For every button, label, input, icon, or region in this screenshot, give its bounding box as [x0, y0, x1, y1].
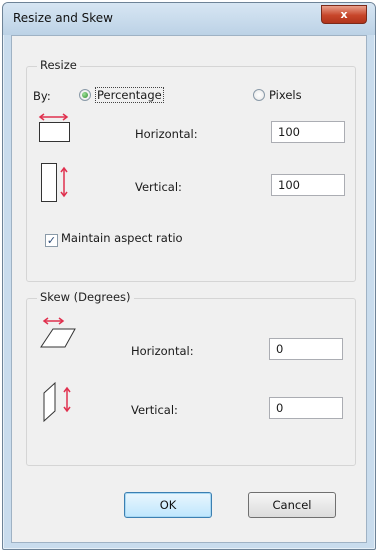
percentage-label: Percentage [95, 87, 164, 103]
resize-horizontal-label: Horizontal: [135, 127, 198, 141]
resize-group-label: Resize [37, 58, 80, 72]
maintain-aspect-checkbox[interactable]: ✓ Maintain aspect ratio [45, 231, 183, 247]
window-title: Resize and Skew [13, 11, 113, 25]
maintain-aspect-check-icon[interactable]: ✓ [45, 234, 58, 247]
cancel-button[interactable]: Cancel [248, 492, 336, 518]
skew-horizontal-icon [40, 317, 76, 348]
skew-group: Skew (Degrees) Horizontal: 0 Vertical: 0 [26, 290, 356, 466]
dialog-window: Resize and Skew x Resize By: Percentage … [2, 2, 376, 550]
skew-vertical-label: Vertical: [131, 403, 178, 417]
pixels-radio[interactable]: Pixels [253, 88, 302, 102]
by-label: By: [33, 89, 51, 103]
close-button[interactable]: x [321, 5, 367, 24]
skew-vertical-icon [43, 381, 71, 423]
dialog-body: Resize By: Percentage Pixels Horizontal:… [11, 35, 367, 543]
close-icon: x [340, 8, 348, 21]
resize-group: Resize By: Percentage Pixels Horizontal:… [26, 58, 356, 282]
ok-button[interactable]: OK [124, 492, 212, 518]
skew-horizontal-label: Horizontal: [131, 344, 194, 358]
percentage-radio[interactable]: Percentage [79, 87, 164, 103]
skew-horizontal-input[interactable]: 0 [269, 338, 343, 360]
skew-vertical-input[interactable]: 0 [269, 397, 343, 419]
resize-horizontal-icon [38, 113, 70, 142]
resize-vertical-label: Vertical: [135, 180, 182, 194]
resize-horizontal-input[interactable]: 100 [271, 121, 345, 143]
resize-vertical-icon [41, 163, 68, 202]
percentage-radio-button[interactable] [79, 89, 91, 101]
title-bar[interactable]: Resize and Skew x [3, 3, 375, 35]
resize-vertical-input[interactable]: 100 [271, 174, 345, 196]
skew-group-label: Skew (Degrees) [37, 290, 134, 304]
pixels-radio-button[interactable] [253, 89, 265, 101]
pixels-label: Pixels [269, 88, 302, 102]
maintain-aspect-label: Maintain aspect ratio [61, 231, 183, 245]
